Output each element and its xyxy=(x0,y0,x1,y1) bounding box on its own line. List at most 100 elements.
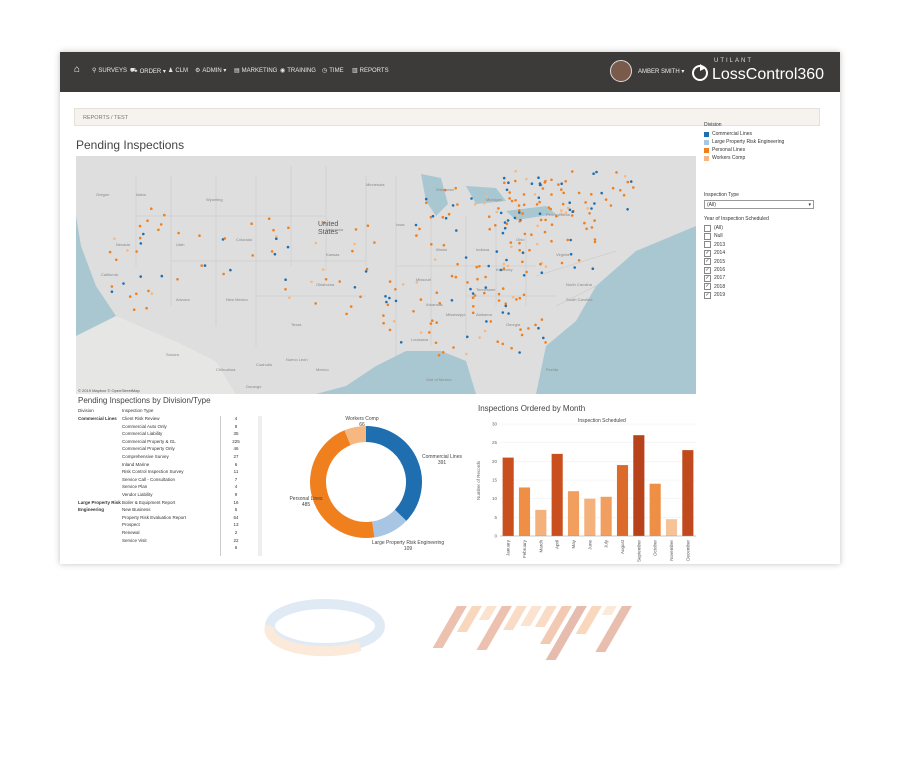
table-row[interactable]: Commercial Property & GL 225 xyxy=(76,439,264,445)
user-name[interactable]: AMBER SMITH ▾ xyxy=(638,68,684,75)
nav-item-time[interactable]: ◷ TIME xyxy=(322,67,344,75)
table-row[interactable]: Commercial Property Only 46 xyxy=(76,446,264,452)
avatar[interactable] xyxy=(610,60,632,82)
year-filter-option[interactable]: ✓ 2014 xyxy=(704,249,725,257)
inspection-location-dot xyxy=(502,262,506,266)
year-filter-option[interactable]: ✓ 2018 xyxy=(704,283,725,291)
legend-swatch xyxy=(704,147,709,153)
division-legend-item[interactable]: Large Property Risk Engineering xyxy=(704,138,784,146)
map-attribution[interactable]: © 2019 Mapbox © OpenStreetMap xyxy=(78,388,140,393)
division-legend-item[interactable]: Personal Lines xyxy=(704,146,745,154)
inspection-location-dot xyxy=(622,193,626,197)
table-row[interactable]: Engineering New Business 5 xyxy=(76,507,264,513)
inspection-location-dot xyxy=(513,216,517,220)
inspection-location-dot xyxy=(139,275,142,278)
table-row[interactable]: Service Plan 4 xyxy=(76,484,264,490)
map-label: Mexico xyxy=(316,367,329,372)
inspection-location-dot xyxy=(466,281,469,284)
table-row[interactable]: Large Property Risk Boiler & Equipment Re… xyxy=(76,500,264,506)
table-row[interactable]: Risk Control Inspection Survey 11 xyxy=(76,469,264,475)
year-filter-option[interactable]: Null xyxy=(704,232,723,240)
checkbox-checked[interactable]: ✓ xyxy=(704,274,711,282)
table-row[interactable]: Service Call - Consultation 7 xyxy=(76,477,264,483)
table-row[interactable]: Prospect 13 xyxy=(76,522,264,528)
nav-item-training[interactable]: ◉ TRAINING xyxy=(280,67,316,75)
checkbox-checked[interactable]: ✓ xyxy=(704,266,711,274)
year-filter-label: Null xyxy=(714,233,723,240)
table-row[interactable]: Property Risk Evaluation Report 64 xyxy=(76,515,264,521)
inspection-type-select[interactable]: (All) ▾ xyxy=(704,200,814,209)
training-icon: ◉ xyxy=(280,68,286,74)
nav-item-clm[interactable]: ♟ CLM xyxy=(168,67,188,75)
inspection-location-dot xyxy=(471,292,475,295)
inspection-location-dot xyxy=(515,298,518,301)
map-label: Sonora xyxy=(166,352,180,357)
donut-slice-value: 391 xyxy=(438,460,447,466)
inspection-location-dot xyxy=(530,233,533,236)
inspection-location-dot xyxy=(502,176,506,180)
checkbox-checked[interactable]: ✓ xyxy=(704,291,711,299)
map-label: Kentucky xyxy=(496,267,512,272)
inspection-location-dot xyxy=(364,270,368,273)
inspection-type-value: (All) xyxy=(707,202,716,208)
checkbox-checked[interactable]: ✓ xyxy=(704,258,711,266)
inspection-location-dot xyxy=(385,300,388,304)
inspection-location-dot xyxy=(373,241,376,244)
inspection-location-dot xyxy=(135,250,138,253)
inspection-location-dot xyxy=(471,296,475,299)
inspection-location-dot xyxy=(523,232,527,236)
table-row[interactable]: Commercial Auto Only 8 xyxy=(76,424,264,430)
checkbox-unchecked[interactable] xyxy=(704,241,711,249)
inspection-location-dot xyxy=(434,341,438,345)
checkbox-checked[interactable]: ✓ xyxy=(704,249,711,257)
inspection-location-dot xyxy=(518,296,522,300)
nav-item-reports[interactable]: ▥ REPORTS xyxy=(352,67,389,75)
table-row[interactable]: Comprehensive Survey 27 xyxy=(76,454,264,460)
inspection-location-dot xyxy=(519,328,522,331)
table-row[interactable]: Commercial Liability 35 xyxy=(76,431,264,437)
year-filter-option[interactable]: ✓ 2017 xyxy=(704,274,725,282)
table-row[interactable]: Vendor Liability 9 xyxy=(76,492,264,498)
type-cell: Risk Control Inspection Survey xyxy=(122,469,184,475)
inspection-location-dot xyxy=(577,191,581,195)
donut-slice xyxy=(365,426,422,521)
year-filter-option[interactable]: ✓ 2016 xyxy=(704,266,725,274)
table-row[interactable]: 6 xyxy=(76,545,264,551)
year-filter-label: 2016 xyxy=(714,267,726,273)
map-label: Nebraska xyxy=(326,227,344,232)
monthly-bar-chart[interactable]: Inspection Scheduled 0 5 10 15 20 25 30 Number o… xyxy=(472,416,704,564)
column-header-division[interactable]: Division xyxy=(78,408,94,413)
checkbox-unchecked[interactable] xyxy=(704,224,711,232)
nav-item-surveys[interactable]: ⚲ SURVEYS xyxy=(92,67,127,75)
table-row[interactable]: Inland Marine 6 xyxy=(76,462,264,468)
map-label: Arizona xyxy=(176,297,190,302)
year-filter-option[interactable]: 2013 xyxy=(704,241,725,249)
x-tick-label: April xyxy=(555,540,560,549)
map-canvas[interactable]: UnitedStatesOregon IdahoWyomingNevada Utah… xyxy=(76,156,696,394)
map-label: Nevada xyxy=(116,242,131,247)
table-row[interactable]: Renewal 2 xyxy=(76,530,264,536)
nav-item-order[interactable]: ⛟ ORDER ▾ xyxy=(130,67,166,75)
column-header-type[interactable]: Inspection Type xyxy=(122,408,153,413)
division-legend-item[interactable]: Commercial Lines xyxy=(704,130,752,138)
home-icon[interactable]: ⌂ xyxy=(74,64,80,75)
inspection-location-dot xyxy=(251,254,254,257)
map-label: Tennessee xyxy=(476,287,496,292)
checkbox-checked[interactable]: ✓ xyxy=(704,283,711,291)
nav-label: ADMIN ▾ xyxy=(202,68,227,74)
checkbox-unchecked[interactable] xyxy=(704,232,711,240)
inspection-location-dot xyxy=(508,191,512,194)
table-row[interactable]: Commercial Lines Client Risk Review 4 xyxy=(76,416,264,422)
year-filter-option[interactable]: (All) xyxy=(704,224,723,232)
year-filter-option[interactable]: ✓ 2019 xyxy=(704,291,725,299)
division-legend-item[interactable]: Workers Comp xyxy=(704,154,745,162)
user-menu[interactable]: AMBER SMITH ▾ xyxy=(610,57,684,85)
division-donut-chart[interactable]: Workers Comp66Commercial Lines391Persona… xyxy=(266,402,476,562)
nav-item-admin[interactable]: ⚙ ADMIN ▾ xyxy=(195,67,226,74)
table-row[interactable]: Service Visit 22 xyxy=(76,538,264,544)
year-filter-option[interactable]: ✓ 2015 xyxy=(704,258,725,266)
type-cell: Prospect xyxy=(122,522,140,528)
count-cell: 8 xyxy=(234,423,238,429)
inspection-map[interactable]: United States Oregon Idaho Wyoming Nevada Utah… xyxy=(76,156,696,394)
nav-item-marketing[interactable]: ▤ MARKETING xyxy=(234,67,277,75)
